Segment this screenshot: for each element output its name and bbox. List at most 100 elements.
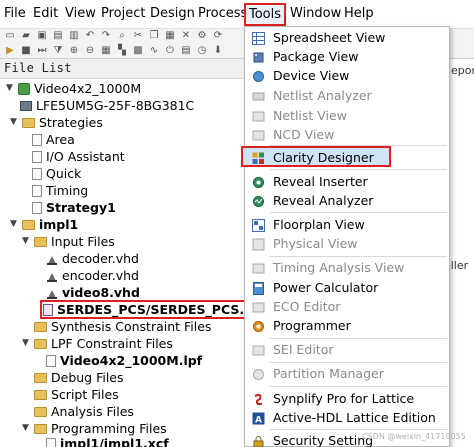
zoom-out-icon[interactable]: ⊖ (84, 45, 96, 57)
menu-item-floorplan-view[interactable]: Floorplan View (246, 215, 449, 235)
menu-item-active-hdl[interactable]: A Active-HDL Lattice Edition (246, 408, 449, 428)
menu-separator (269, 212, 447, 213)
collapse-arrow-icon[interactable]: ▼ (6, 80, 16, 97)
menu-help[interactable]: Help (344, 6, 374, 21)
run-icon[interactable]: ▶ (4, 45, 16, 57)
menu-item-physical-view[interactable]: Physical View (246, 234, 449, 254)
program-icon[interactable]: ⬇ (212, 45, 224, 57)
step-icon[interactable]: ⏭ (36, 45, 48, 57)
menu-item-eco-editor[interactable]: ECO Editor (246, 297, 449, 317)
grid-icon[interactable]: ▦ (100, 45, 112, 57)
tree-item-lpf-constraints[interactable]: ▼ LPF Constraint Files (22, 335, 173, 352)
timing-analysis-icon (252, 262, 265, 275)
floorplan-icon (252, 219, 265, 232)
strategy-icon (32, 184, 42, 197)
menu-window[interactable]: Window (290, 6, 341, 21)
tree-item-io-assistant[interactable]: I/O Assistant (32, 148, 125, 165)
tree-item-script-files[interactable]: Script Files (34, 386, 119, 403)
tree-item-quick[interactable]: Quick (32, 165, 81, 182)
tree-label: video8.vhd (62, 285, 140, 300)
tree-item-project[interactable]: ▼ Video4x2_1000M (6, 80, 141, 97)
tree-label: I/O Assistant (46, 149, 125, 164)
zoom-in-icon[interactable]: ⊕ (68, 45, 80, 57)
tree-item-synthesis-constraints[interactable]: Synthesis Constraint Files (34, 318, 211, 335)
folder-icon (34, 406, 47, 417)
collapse-arrow-icon[interactable]: ▼ (10, 114, 20, 131)
tree-item-area[interactable]: Area (32, 131, 75, 148)
refresh-icon[interactable]: ⟳ (212, 30, 224, 42)
tree-item-video8-vhd[interactable]: video8.vhd (46, 284, 140, 301)
menu-item-package-view[interactable]: Package View (246, 47, 449, 67)
report-icon[interactable]: ▤ (180, 45, 192, 57)
menu-item-label: Floorplan View (273, 217, 365, 232)
delete-icon[interactable]: ✕ (180, 30, 192, 42)
tree-label: impl1 (39, 217, 79, 232)
save-all-icon[interactable]: ▤ (52, 30, 64, 42)
collapse-arrow-icon[interactable]: ▼ (22, 335, 32, 352)
tree-label: Video4x2_1000M.lpf (60, 353, 203, 368)
filter-icon[interactable]: ⧩ (52, 45, 64, 57)
open-folder-icon[interactable]: ▰ (20, 30, 32, 42)
tree-item-input-files[interactable]: ▼ Input Files (22, 233, 115, 250)
undo-icon[interactable]: ↶ (84, 30, 96, 42)
menu-item-reveal-analyzer[interactable]: Reveal Analyzer (246, 191, 449, 211)
menu-view[interactable]: View (65, 6, 96, 21)
save-icon[interactable]: ▣ (36, 30, 48, 42)
menu-item-synplify-pro[interactable]: Synplify Pro for Lattice (246, 389, 449, 409)
menu-item-spreadsheet-view[interactable]: Spreadsheet View (246, 28, 449, 48)
menu-file[interactable]: File (4, 6, 26, 21)
find-icon[interactable]: ⌕ (116, 30, 128, 42)
menu-separator (269, 429, 447, 430)
tree-item-xcf-file[interactable]: impl1/impl1.xcf (46, 435, 169, 447)
settings-icon[interactable]: ⚙ (196, 30, 208, 42)
tree-item-lpf-file[interactable]: Video4x2_1000M.lpf (46, 352, 202, 369)
lpf-file-icon (46, 354, 56, 367)
chip-icon[interactable]: ▩ (132, 45, 144, 57)
menu-item-clarity-designer[interactable]: Clarity Designer (241, 146, 391, 167)
menu-project[interactable]: Project (101, 6, 145, 21)
menu-item-ncd-view[interactable]: NCD View (246, 125, 449, 145)
timing-icon[interactable]: ◷ (196, 45, 208, 57)
tree-item-strategy1[interactable]: Strategy1 (32, 199, 116, 216)
svg-text:A: A (255, 416, 262, 426)
paste-icon[interactable]: ▦ (164, 30, 176, 42)
collapse-arrow-icon[interactable]: ▼ (22, 233, 32, 250)
menu-edit[interactable]: Edit (33, 6, 58, 21)
sbx-file-icon (43, 303, 53, 316)
partition-manager-icon (252, 368, 265, 381)
tree-item-debug-files[interactable]: Debug Files (34, 369, 124, 386)
menu-item-programmer[interactable]: Programmer (246, 316, 449, 336)
tree-item-serdes-sbx[interactable]: SERDES_PCS/SERDES_PCS.sbx (40, 300, 274, 319)
copy-icon[interactable]: ❐ (148, 30, 160, 42)
menu-process[interactable]: Process (198, 6, 247, 21)
tree-item-analysis-files[interactable]: Analysis Files (34, 403, 134, 420)
menu-item-netlist-view[interactable]: Netlist View (246, 106, 449, 126)
menu-item-device-view[interactable]: Device View (246, 66, 449, 86)
print-icon[interactable]: ▥ (68, 30, 80, 42)
cut-icon[interactable]: ✂ (132, 30, 144, 42)
tree-item-impl1[interactable]: ▼ impl1 (10, 216, 79, 233)
stop-icon[interactable]: ■ (20, 45, 32, 57)
menu-item-partition-manager[interactable]: Partition Manager (246, 364, 449, 384)
tree-item-encoder-vhd[interactable]: encoder.vhd (46, 267, 139, 284)
tree-item-strategies[interactable]: ▼ Strategies (10, 114, 103, 131)
report-tab-fragment: eport (451, 64, 474, 77)
new-file-icon[interactable]: ▭ (4, 30, 16, 42)
tree-label: Analysis Files (51, 404, 134, 419)
collapse-arrow-icon[interactable]: ▼ (10, 216, 20, 233)
menu-item-netlist-analyzer[interactable]: Netlist Analyzer (246, 86, 449, 106)
collapse-arrow-icon[interactable]: ▼ (22, 420, 32, 437)
tree-item-timing[interactable]: Timing (32, 182, 88, 199)
redo-icon[interactable]: ↷ (100, 30, 112, 42)
power-icon[interactable]: ⏻ (164, 45, 176, 57)
tree-item-decoder-vhd[interactable]: decoder.vhd (46, 250, 139, 267)
menu-item-sei-editor[interactable]: SEI Editor (246, 340, 449, 360)
chart-icon[interactable]: ▚ (116, 45, 128, 57)
menu-item-timing-analysis-view[interactable]: Timing Analysis View (246, 258, 449, 278)
menu-item-power-calculator[interactable]: Power Calculator (246, 278, 449, 298)
wave-icon[interactable]: ∿ (148, 45, 160, 57)
menu-item-reveal-inserter[interactable]: Reveal Inserter (246, 172, 449, 192)
tree-item-device[interactable]: LFE5UM5G-25F-8BG381C (20, 97, 194, 114)
menu-design[interactable]: Design (150, 6, 195, 21)
menu-tools[interactable]: Tools (244, 3, 287, 26)
